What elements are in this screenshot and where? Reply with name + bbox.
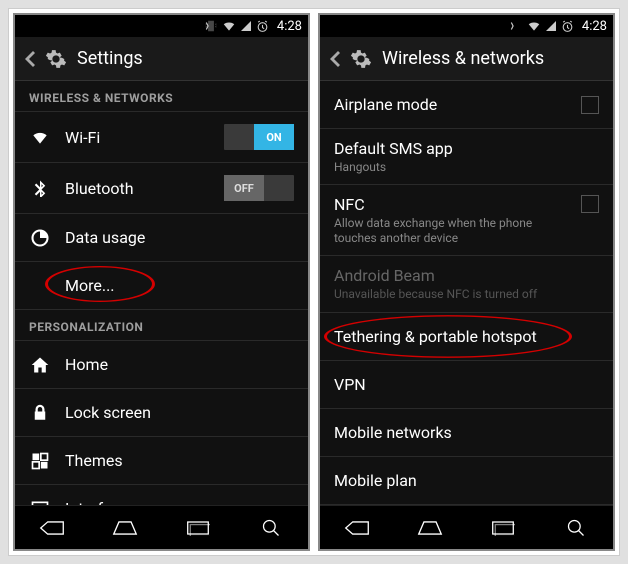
- nav-recent-icon[interactable]: [489, 514, 517, 542]
- wifi-toggle[interactable]: ON: [224, 124, 294, 150]
- lock-label: Lock screen: [65, 403, 294, 422]
- alarm-icon: [256, 20, 269, 33]
- wifi-icon: [527, 19, 541, 33]
- status-bar: 4:28: [320, 15, 613, 37]
- home-label: Home: [65, 355, 294, 374]
- mobile-plan-label: Mobile plan: [334, 471, 599, 490]
- wireless-list: Airplane mode Default SMS app Hangouts N…: [320, 81, 613, 505]
- beam-label: Android Beam: [334, 266, 599, 285]
- vpn-row[interactable]: VPN: [320, 361, 613, 409]
- data-usage-label: Data usage: [65, 228, 294, 247]
- settings-gear-icon: [350, 48, 372, 70]
- tether-label: Tethering & portable hotspot: [334, 327, 599, 346]
- bluetooth-label: Bluetooth: [65, 179, 210, 198]
- section-personalization: PERSONALIZATION: [15, 310, 308, 341]
- app-header: Wireless & networks: [320, 37, 613, 81]
- tether-row[interactable]: Tethering & portable hotspot: [320, 313, 613, 361]
- interface-icon: [29, 499, 51, 506]
- airplane-label: Airplane mode: [334, 95, 567, 114]
- status-time: 4:28: [582, 19, 607, 34]
- mobile-plan-row[interactable]: Mobile plan: [320, 457, 613, 505]
- nav-home-icon[interactable]: [416, 514, 444, 542]
- page-title: Settings: [77, 48, 143, 69]
- nav-recent-icon[interactable]: [184, 514, 212, 542]
- nav-back-icon[interactable]: [38, 514, 66, 542]
- nfc-checkbox[interactable]: [581, 195, 599, 213]
- vibrate-icon: [204, 19, 218, 33]
- airplane-checkbox[interactable]: [581, 96, 599, 114]
- section-wireless: WIRELESS & NETWORKS: [15, 81, 308, 112]
- back-icon[interactable]: [25, 51, 35, 67]
- lock-icon: [29, 404, 51, 422]
- data-usage-icon: [29, 228, 51, 248]
- more-row[interactable]: More...: [15, 262, 308, 310]
- nav-bar: [15, 505, 308, 549]
- interface-row[interactable]: Interface: [15, 485, 308, 505]
- themes-label: Themes: [65, 451, 294, 470]
- themes-icon: [29, 451, 51, 471]
- vpn-label: VPN: [334, 375, 599, 394]
- nav-back-icon[interactable]: [343, 514, 371, 542]
- nav-search-icon[interactable]: [562, 514, 590, 542]
- status-bar: 4:28: [15, 15, 308, 37]
- nfc-row[interactable]: NFC Allow data exchange when the phone t…: [320, 185, 613, 256]
- wifi-icon: [29, 127, 51, 147]
- bluetooth-row[interactable]: Bluetooth OFF: [15, 163, 308, 214]
- vibrate-icon: [509, 19, 523, 33]
- more-label: More...: [65, 276, 294, 295]
- sms-row[interactable]: Default SMS app Hangouts: [320, 129, 613, 185]
- sms-sub: Hangouts: [334, 160, 599, 174]
- wifi-row[interactable]: Wi-Fi ON: [15, 112, 308, 163]
- page-title: Wireless & networks: [382, 48, 544, 69]
- nav-bar: [320, 505, 613, 549]
- settings-list: WIRELESS & NETWORKS Wi-Fi ON Bluetooth O…: [15, 81, 308, 505]
- wifi-label: Wi-Fi: [65, 128, 210, 147]
- settings-gear-icon: [45, 48, 67, 70]
- status-time: 4:28: [277, 19, 302, 34]
- right-screenshot: 4:28 Wireless & networks Airplane mode D…: [318, 13, 615, 551]
- app-header: Settings: [15, 37, 308, 81]
- airplane-row[interactable]: Airplane mode: [320, 81, 613, 129]
- lock-row[interactable]: Lock screen: [15, 389, 308, 437]
- beam-row: Android Beam Unavailable because NFC is …: [320, 256, 613, 312]
- mobile-networks-label: Mobile networks: [334, 423, 599, 442]
- interface-label: Interface: [65, 499, 294, 505]
- sms-label: Default SMS app: [334, 139, 599, 158]
- nav-home-icon[interactable]: [111, 514, 139, 542]
- signal-icon: [545, 20, 557, 32]
- home-row[interactable]: Home: [15, 341, 308, 389]
- nfc-label: NFC: [334, 195, 567, 214]
- bluetooth-icon: [29, 179, 51, 197]
- nfc-sub: Allow data exchange when the phone touch…: [334, 216, 567, 245]
- back-icon[interactable]: [330, 51, 340, 67]
- home-icon: [29, 355, 51, 375]
- alarm-icon: [561, 20, 574, 33]
- data-usage-row[interactable]: Data usage: [15, 214, 308, 262]
- left-screenshot: 4:28 Settings WIRELESS & NETWORKS Wi-Fi …: [13, 13, 310, 551]
- signal-icon: [240, 20, 252, 32]
- bluetooth-toggle[interactable]: OFF: [224, 175, 294, 201]
- mobile-networks-row[interactable]: Mobile networks: [320, 409, 613, 457]
- nav-search-icon[interactable]: [257, 514, 285, 542]
- themes-row[interactable]: Themes: [15, 437, 308, 485]
- wifi-icon: [222, 19, 236, 33]
- beam-sub: Unavailable because NFC is turned off: [334, 287, 599, 301]
